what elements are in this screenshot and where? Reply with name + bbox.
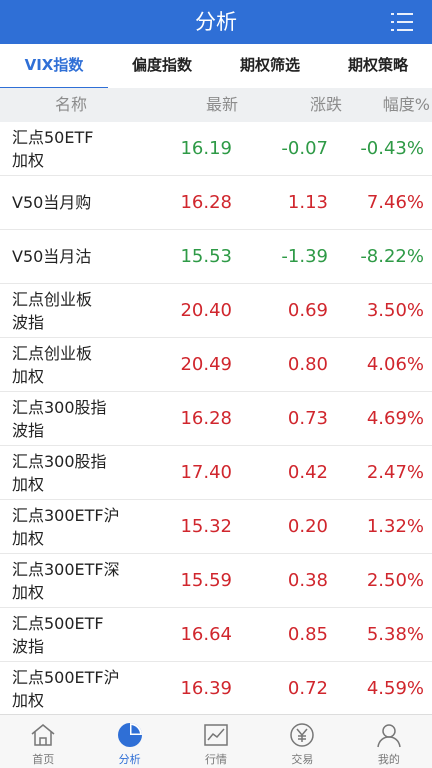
change-value: 0.72 xyxy=(287,678,328,699)
list-item[interactable]: 汇点500ETF 波指 16.64 0.85 5.38% xyxy=(0,608,432,662)
bottom-nav: 首页 分析 行情 交易 我的 xyxy=(0,714,432,768)
change-value: -0.07 xyxy=(281,138,328,159)
index-name: 汇点创业板 波指 xyxy=(12,289,93,332)
pct-value: 4.69% xyxy=(366,408,424,429)
list-item[interactable]: 汇点300ETF沪 加权 15.32 0.20 1.32% xyxy=(0,500,432,554)
list-item[interactable]: 汇点300ETF深 加权 15.59 0.38 2.50% xyxy=(0,554,432,608)
nav-home-label: 首页 xyxy=(32,753,55,766)
index-name: 汇点创业板 加权 xyxy=(12,343,93,386)
latest-value: 16.19 xyxy=(180,138,232,159)
list-item[interactable]: 汇点300股指 加权 17.40 0.42 2.47% xyxy=(0,446,432,500)
change-value: 0.42 xyxy=(287,462,328,483)
list-item[interactable]: 汇点50ETF 加权 16.19 -0.07 -0.43% xyxy=(0,122,432,176)
latest-value: 16.39 xyxy=(180,678,232,699)
index-name: 汇点500ETF 波指 xyxy=(12,613,104,656)
change-value: 0.20 xyxy=(287,516,328,537)
latest-value: 16.28 xyxy=(180,408,232,429)
pct-value: -0.43% xyxy=(360,138,424,159)
index-name: 汇点300ETF深 加权 xyxy=(12,559,120,602)
index-name: 汇点300股指 加权 xyxy=(12,451,107,494)
col-change[interactable]: 涨跌 xyxy=(310,88,342,122)
list-item[interactable]: 汇点500ETF沪 加权 16.39 0.72 4.59% xyxy=(0,662,432,714)
index-list: 汇点50ETF 加权 16.19 -0.07 -0.43% V50当月购 16.28 1.1… xyxy=(0,122,432,714)
pct-value: 1.32% xyxy=(366,516,424,537)
list-item[interactable]: 汇点创业板 波指 20.40 0.69 3.50% xyxy=(0,284,432,338)
change-value: 0.73 xyxy=(287,408,328,429)
index-name: 汇点300ETF沪 加权 xyxy=(12,505,120,548)
nav-trade-label: 交易 xyxy=(291,753,314,766)
nav-mine-label: 我的 xyxy=(377,753,400,766)
nav-market-label: 行情 xyxy=(205,753,228,766)
top-bar: 分析 xyxy=(0,0,432,44)
nav-mine[interactable]: 我的 xyxy=(346,715,432,768)
index-name: V50当月购 xyxy=(12,193,92,212)
pct-value: 3.50% xyxy=(366,300,424,321)
latest-value: 15.32 xyxy=(180,516,232,537)
latest-value: 16.64 xyxy=(180,624,232,645)
tab-option-filter[interactable]: 期权筛选 xyxy=(216,44,324,88)
list-menu-icon[interactable] xyxy=(390,11,414,33)
change-value: -1.39 xyxy=(281,246,328,267)
user-icon xyxy=(377,724,401,748)
latest-value: 16.28 xyxy=(180,192,232,213)
pct-value: 4.06% xyxy=(366,354,424,375)
yen-coin-icon xyxy=(290,723,315,747)
latest-value: 20.49 xyxy=(180,354,232,375)
list-item[interactable]: 汇点创业板 加权 20.49 0.80 4.06% xyxy=(0,338,432,392)
change-value: 0.80 xyxy=(287,354,328,375)
nav-analysis-label: 分析 xyxy=(118,753,141,766)
col-pct[interactable]: 幅度% xyxy=(383,88,430,122)
col-latest[interactable]: 最新 xyxy=(206,88,238,122)
latest-value: 15.59 xyxy=(180,570,232,591)
pct-value: 2.47% xyxy=(366,462,424,483)
pct-value: -8.22% xyxy=(360,246,424,267)
tab-option-strategy[interactable]: 期权策略 xyxy=(324,44,432,88)
tab-vix-index[interactable]: VIX指数 xyxy=(0,44,108,90)
list-item[interactable]: V50当月沽 15.53 -1.39 -8.22% xyxy=(0,230,432,284)
home-icon xyxy=(31,724,55,746)
pct-value: 4.59% xyxy=(366,678,424,699)
change-value: 0.38 xyxy=(287,570,328,591)
tab-skew-index[interactable]: 偏度指数 xyxy=(108,44,216,88)
index-name: V50当月沽 xyxy=(12,247,92,266)
latest-value: 15.53 xyxy=(180,246,232,267)
nav-trade[interactable]: 交易 xyxy=(259,715,345,768)
line-chart-icon xyxy=(204,724,228,746)
nav-analysis[interactable]: 分析 xyxy=(86,715,172,768)
change-value: 0.69 xyxy=(287,300,328,321)
index-name: 汇点50ETF 加权 xyxy=(12,127,94,170)
pct-value: 7.46% xyxy=(366,192,424,213)
pct-value: 5.38% xyxy=(366,624,424,645)
nav-market[interactable]: 行情 xyxy=(173,715,259,768)
latest-value: 17.40 xyxy=(180,462,232,483)
column-header: 名称 最新 涨跌 幅度% xyxy=(0,88,432,122)
tab-bar: VIX指数 偏度指数 期权筛选 期权策略 xyxy=(0,44,432,90)
change-value: 0.85 xyxy=(287,624,328,645)
list-item[interactable]: V50当月购 16.28 1.13 7.46% xyxy=(0,176,432,230)
latest-value: 20.40 xyxy=(180,300,232,321)
page-title: 分析 xyxy=(195,10,237,34)
pct-value: 2.50% xyxy=(366,570,424,591)
pie-chart-icon xyxy=(117,723,142,747)
index-name: 汇点300股指 波指 xyxy=(12,397,107,440)
list-item[interactable]: 汇点300股指 波指 16.28 0.73 4.69% xyxy=(0,392,432,446)
change-value: 1.13 xyxy=(287,192,328,213)
nav-home[interactable]: 首页 xyxy=(0,715,86,768)
index-name: 汇点500ETF沪 加权 xyxy=(12,667,120,710)
col-name: 名称 xyxy=(55,95,88,114)
